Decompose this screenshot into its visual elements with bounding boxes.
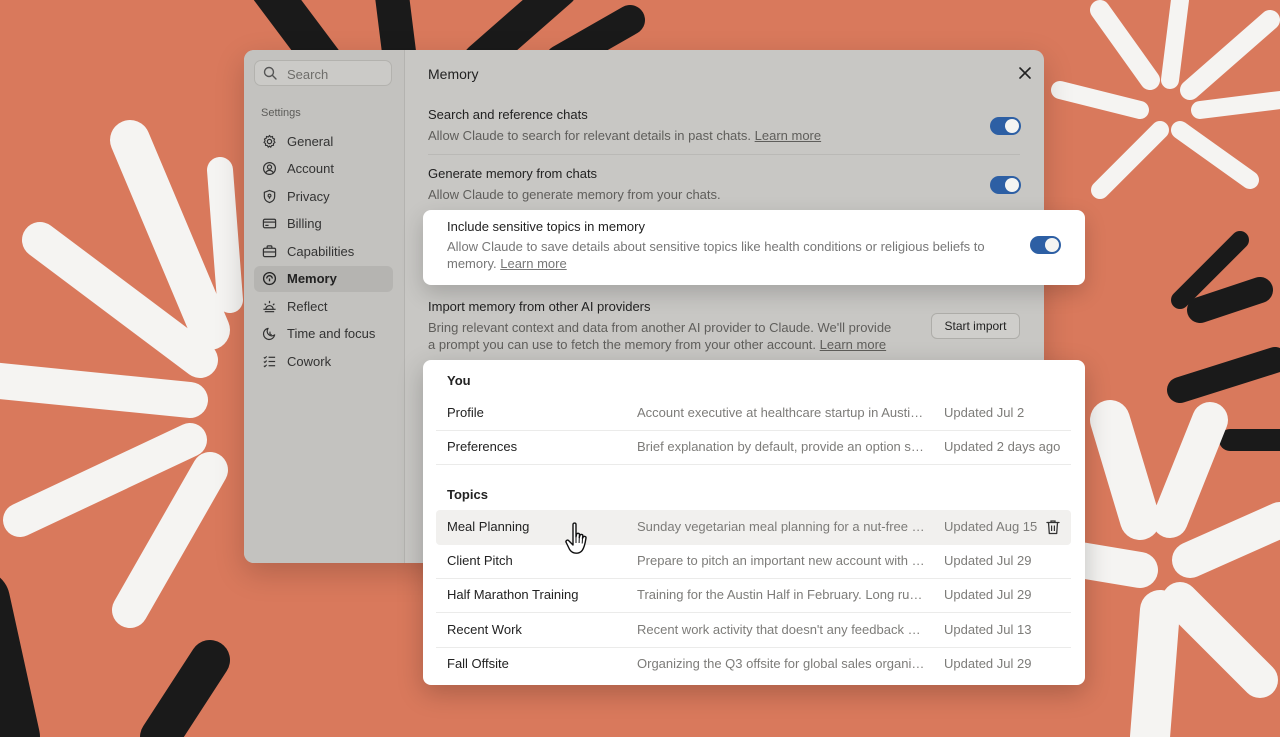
memory-name: Preferences: [447, 439, 518, 454]
generate-memory-toggle[interactable]: [990, 176, 1021, 194]
sidebar-item-privacy[interactable]: Privacy: [254, 183, 393, 209]
list-item[interactable]: Half Marathon Training Training for the …: [436, 578, 1071, 613]
sidebar-item-label: Billing: [287, 216, 322, 231]
setting-generate-memory: Generate memory from chats Allow Claude …: [428, 166, 1020, 203]
sidebar-item-label: Account: [287, 161, 334, 176]
setting-description: Allow Claude to generate memory from you…: [428, 187, 721, 202]
learn-more-link[interactable]: Learn more: [820, 337, 886, 352]
sidebar-item-memory[interactable]: Memory: [254, 265, 393, 292]
learn-more-link[interactable]: Learn more: [755, 128, 821, 143]
list-item[interactable]: Meal Planning Sunday vegetarian meal pla…: [436, 510, 1071, 545]
setting-title: Generate memory from chats: [428, 166, 598, 181]
memory-summary: Recent work activity that doesn't any fe…: [637, 622, 925, 637]
memory-name: Half Marathon Training: [447, 587, 579, 602]
sidebar-item-label: General: [287, 133, 334, 149]
search-chats-toggle[interactable]: [990, 117, 1021, 135]
memory-updated: Updated Jul 29: [944, 587, 1032, 602]
gear-icon: [263, 134, 276, 148]
sidebar-item-cowork[interactable]: Cowork: [254, 348, 393, 374]
moon-clock-icon: [262, 327, 276, 341]
memory-updated: Updated Jul 29: [944, 553, 1032, 568]
setting-description: Bring relevant context and data from ano…: [428, 319, 898, 353]
memory-name: Client Pitch: [447, 553, 513, 568]
sensitive-topics-toggle[interactable]: [1030, 236, 1061, 254]
section-heading-topics: Topics: [447, 487, 488, 502]
settings-section-label: Settings: [261, 107, 301, 119]
sidebar-item-label: Reflect: [287, 298, 328, 314]
sidebar-item-capabilities[interactable]: Capabilities: [254, 238, 393, 264]
memory-updated: Updated Jul 13: [944, 622, 1032, 637]
sidebar-item-billing[interactable]: Billing: [254, 211, 393, 237]
setting-title: Search and reference chats: [428, 107, 588, 122]
memory-summary: Account executive at healthcare startup …: [637, 405, 925, 420]
search-input[interactable]: [285, 64, 389, 84]
section-heading-you: You: [447, 373, 471, 388]
sidebar-item-label: Privacy: [287, 188, 330, 204]
close-icon[interactable]: [1018, 66, 1032, 80]
start-import-button[interactable]: Start import: [931, 313, 1020, 339]
memory-summary: Prepare to pitch an important new accoun…: [637, 553, 925, 568]
credit-card-icon: [262, 218, 277, 229]
search-box[interactable]: [254, 60, 392, 86]
memory-name: Fall Offsite: [447, 656, 509, 671]
memory-icon: [262, 271, 277, 286]
setting-title: Import memory from other AI providers: [428, 299, 651, 314]
memory-summary: Organizing the Q3 offsite for global sal…: [637, 656, 925, 671]
page-title: Memory: [428, 66, 479, 82]
search-icon: [263, 66, 277, 80]
briefcase-icon: [262, 244, 277, 257]
sidebar-item-account[interactable]: Account: [254, 156, 393, 182]
memory-updated: Updated Jul 2: [944, 405, 1025, 420]
sidebar: Settings General Account Privacy Billing…: [244, 50, 405, 563]
memory-updated: Updated Jul 29: [944, 656, 1032, 671]
setting-sensitive-topics: Include sensitive topics in memory Allow…: [423, 210, 1085, 285]
sidebar-item-general[interactable]: General: [254, 128, 393, 154]
divider: [428, 154, 1020, 155]
list-item[interactable]: Client Pitch Prepare to pitch an importa…: [436, 544, 1071, 579]
list-item[interactable]: Recent Work Recent work activity that do…: [436, 613, 1071, 648]
memory-updated: Updated Aug 15: [944, 519, 1038, 534]
sidebar-item-time-and-focus[interactable]: Time and focus: [254, 321, 393, 347]
user-circle-icon: [262, 161, 277, 176]
sunrise-icon: [263, 300, 276, 312]
setting-description-text: Allow Claude to search for relevant deta…: [428, 128, 752, 143]
list-item[interactable]: Profile Account executive at healthcare …: [436, 396, 1071, 431]
sidebar-item-reflect[interactable]: Reflect: [254, 293, 393, 319]
hand-cursor-icon: [565, 522, 587, 554]
setting-description: Allow Claude to save details about sensi…: [447, 238, 997, 272]
memory-summary: Sunday vegetarian meal planning for a nu…: [637, 519, 925, 534]
trash-icon[interactable]: [1046, 519, 1060, 535]
memory-summary: Brief explanation by default, provide an…: [637, 439, 925, 454]
sidebar-item-label: Capabilities: [287, 243, 355, 259]
memory-name: Recent Work: [447, 622, 522, 637]
list-item[interactable]: Preferences Brief explanation by default…: [436, 430, 1071, 465]
memory-list: You Profile Account executive at healthc…: [423, 360, 1085, 685]
sidebar-item-label: Time and focus: [287, 326, 376, 341]
setting-search-chats: Search and reference chats Allow Claude …: [428, 107, 1020, 144]
memory-name: Profile: [447, 405, 484, 420]
list-item[interactable]: Fall Offsite Organizing the Q3 offsite f…: [436, 647, 1071, 681]
learn-more-link[interactable]: Learn more: [500, 256, 566, 271]
memory-summary: Training for the Austin Half in February…: [637, 587, 925, 602]
shield-icon: [263, 189, 276, 203]
sidebar-item-label: Cowork: [287, 353, 332, 369]
memory-updated: Updated 2 days ago: [944, 439, 1061, 454]
setting-title: Include sensitive topics in memory: [447, 219, 645, 234]
settings-nav: General Account Privacy Billing Capabili…: [254, 128, 393, 376]
checklist-icon: [263, 355, 276, 367]
memory-name: Meal Planning: [447, 519, 530, 534]
setting-description: Allow Claude to search for relevant deta…: [428, 127, 1020, 144]
sidebar-item-label: Memory: [287, 271, 337, 286]
